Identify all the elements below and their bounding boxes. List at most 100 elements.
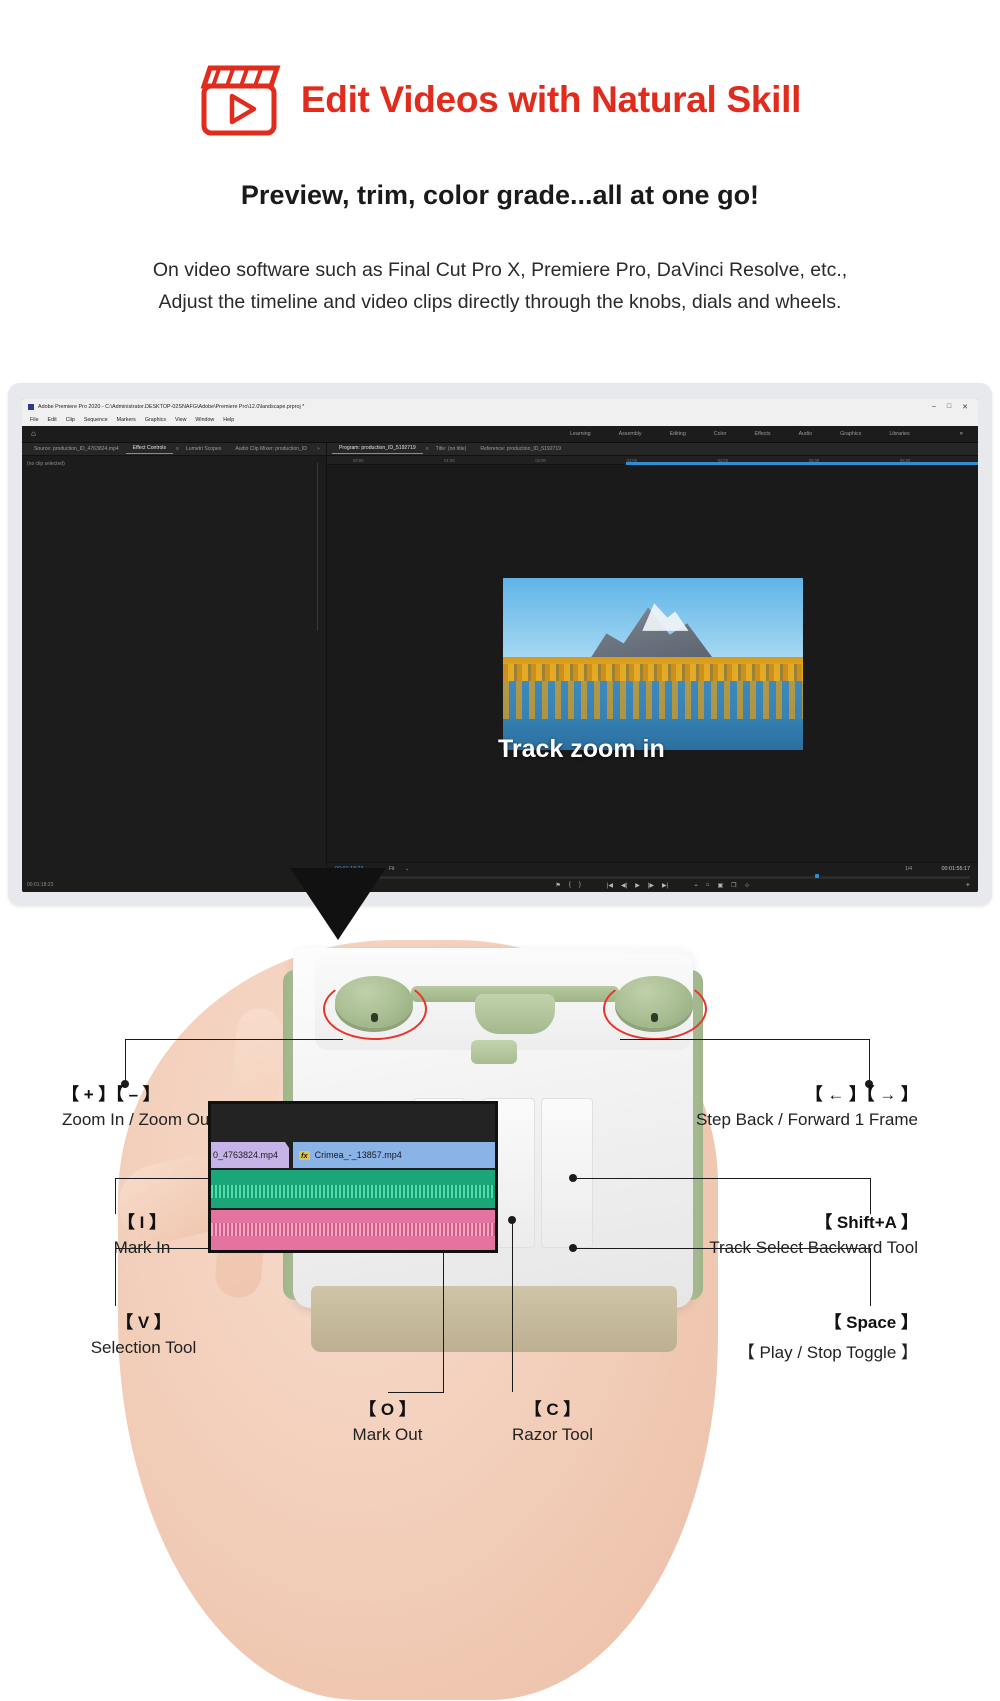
- tab-source-monitor[interactable]: Source: production_ID_4763824.mp4: [27, 446, 126, 452]
- lift-icon[interactable]: ⌁: [694, 882, 698, 889]
- effect-controls-area[interactable]: (no clip selected) 00:01:18:23: [22, 456, 326, 892]
- workspace-tab-graphics[interactable]: Graphics: [840, 431, 861, 437]
- callout-audio-track-pink[interactable]: [211, 1210, 495, 1250]
- menu-item-file[interactable]: File: [30, 417, 39, 423]
- leader-line-zoom: [125, 1039, 343, 1041]
- tab-reference-monitor[interactable]: Reference: production_ID_5192719: [473, 446, 568, 452]
- program-monitor[interactable]: 00:00 01:00 02:00 03:00 04:00 05:00 06:0…: [327, 456, 978, 892]
- program-playhead[interactable]: [815, 874, 820, 878]
- program-zoom-level[interactable]: 1/4: [905, 866, 912, 872]
- tab-title[interactable]: Title: (no title): [429, 446, 474, 452]
- window-controls[interactable]: – □ ✕: [932, 403, 972, 411]
- program-controls[interactable]: 00:01:18:23 Fit ⌄ 1/4 00:01:55:17 ⚑ { } …: [327, 862, 978, 892]
- menu-item-edit[interactable]: Edit: [48, 417, 57, 423]
- program-scrubber[interactable]: [335, 876, 970, 879]
- workspace-tab-editing[interactable]: Editing: [670, 431, 686, 437]
- go-to-in-icon[interactable]: |◀: [607, 882, 613, 889]
- program-duration-timecode: 00:01:55:17: [941, 866, 970, 872]
- workspace-tab-color[interactable]: Color: [714, 431, 727, 437]
- annotation-mark-in: 【 I 】 Mark In: [62, 1208, 222, 1258]
- premiere-screenshot-card: Adobe Premiere Pro 2020 - C:\Administrat…: [8, 383, 992, 1253]
- menu-item-graphics[interactable]: Graphics: [145, 417, 166, 423]
- workspace-tab-libraries[interactable]: Libraries: [889, 431, 909, 437]
- menu-item-help[interactable]: Help: [223, 417, 234, 423]
- app-icon: [28, 403, 34, 410]
- maximize-icon[interactable]: □: [947, 403, 951, 411]
- key-column-right[interactable]: [541, 1098, 593, 1248]
- program-transport-bar[interactable]: ⚑ { } |◀ ◀| ▶ |▶ ▶| ⌁ ⌂ ▣ ❐ ⊹: [327, 882, 978, 889]
- program-work-area-bar[interactable]: [626, 462, 978, 465]
- rotation-arrow-left-icon: [323, 978, 427, 1040]
- program-video-stage[interactable]: [327, 465, 978, 862]
- ruler-label-0: 00:00: [353, 458, 364, 463]
- menu-item-view[interactable]: View: [175, 417, 186, 423]
- callout-waveform-pink: [211, 1222, 495, 1237]
- minimize-icon[interactable]: –: [932, 403, 936, 411]
- button-editor-icon[interactable]: ⊹: [745, 882, 750, 889]
- menu-bar[interactable]: File Edit Clip Sequence Markers Graphics…: [22, 414, 978, 426]
- program-panel-tabs[interactable]: Program: production_ID_5192719 ≡ Title: …: [327, 443, 978, 456]
- leader-line-razor-v: [512, 1220, 514, 1392]
- home-icon[interactable]: ⌂: [31, 430, 40, 438]
- annotation-razor: 【 C 】 Razor Tool: [465, 1395, 640, 1445]
- program-monitor-column: Program: production_ID_5192719 ≡ Title: …: [327, 443, 978, 892]
- menu-item-markers[interactable]: Markers: [117, 417, 136, 423]
- plus-icon[interactable]: +: [966, 882, 970, 889]
- tab-lumetri-scopes[interactable]: Lumetri Scopes: [179, 446, 228, 452]
- no-clip-selected-label: (no clip selected): [27, 461, 65, 467]
- transport-spacer: [589, 882, 599, 889]
- effect-controls-divider: [317, 463, 318, 631]
- hero-body: On video software such as Final Cut Pro …: [0, 255, 1000, 318]
- menu-item-window[interactable]: Window: [195, 417, 214, 423]
- window-title-bar: Adobe Premiere Pro 2020 - C:\Administrat…: [22, 399, 978, 414]
- workspace-tab-assembly[interactable]: Assembly: [619, 431, 642, 437]
- device-center-rocker[interactable]: [475, 994, 555, 1034]
- source-panel-tabs[interactable]: Source: production_ID_4763824.mp4 Effect…: [22, 443, 326, 456]
- annotation-space-keys: 【 Space 】: [824, 1313, 918, 1332]
- leader-line-zoom-v: [125, 1039, 127, 1083]
- device-slider-pad[interactable]: [471, 1040, 517, 1064]
- menu-item-sequence[interactable]: Sequence: [84, 417, 108, 423]
- go-to-out-icon[interactable]: ▶|: [662, 882, 668, 889]
- marker-icon[interactable]: ⚑: [555, 882, 560, 889]
- extract-icon[interactable]: ⌂: [706, 882, 710, 889]
- workspace-tab-learning[interactable]: Learning: [570, 431, 591, 437]
- tab-effect-controls[interactable]: Effect Controls: [125, 445, 173, 454]
- workspace-tabs[interactable]: Learning Assembly Editing Color Effects …: [570, 431, 969, 437]
- close-icon[interactable]: ✕: [962, 403, 968, 411]
- tab-program-monitor[interactable]: Program: production_ID_5192719: [332, 445, 423, 454]
- tab-audio-clip-mixer[interactable]: Audio Clip Mixer: production_ID: [228, 446, 314, 452]
- workspace-tab-effects[interactable]: Effects: [754, 431, 770, 437]
- step-back-icon[interactable]: ◀|: [621, 882, 627, 889]
- track-zoom-callout: 0_4763824.mp4 fx Crimea_-_13857.mp4: [208, 1101, 498, 1253]
- fx-badge-icon: fx: [299, 1150, 310, 1160]
- tabs-overflow-icon[interactable]: »: [314, 446, 320, 452]
- source-monitor-column: Source: production_ID_4763824.mp4 Effect…: [22, 443, 327, 892]
- hero-body-line-2: Adjust the timeline and video clips dire…: [158, 290, 842, 313]
- mark-in-icon[interactable]: {: [569, 882, 571, 889]
- program-fit-label[interactable]: Fit: [389, 866, 395, 872]
- annotation-selection: 【 V 】 Selection Tool: [46, 1308, 241, 1358]
- menu-item-clip[interactable]: Clip: [66, 417, 75, 423]
- page-title: Edit Videos with Natural Skill: [300, 79, 802, 120]
- mark-out-icon[interactable]: }: [579, 882, 581, 889]
- annotation-mark-in-keys: 【 I 】: [117, 1213, 167, 1232]
- chevron-down-icon[interactable]: ⌄: [405, 866, 409, 872]
- comparison-view-icon[interactable]: ❐: [731, 882, 736, 889]
- ruler-label-2: 02:00: [535, 458, 546, 463]
- workspace-tab-audio[interactable]: Audio: [799, 431, 813, 437]
- hero-section: Edit Videos with Natural Skill Preview, …: [0, 0, 1000, 318]
- annotation-step-desc: Step Back / Forward 1 Frame: [695, 1110, 918, 1129]
- workspace-bar: ⌂ Learning Assembly Editing Color Effect…: [22, 426, 978, 443]
- keypad-diagram: 【 + 】【 – 】 Zoom In / Zoom Out 【 ← 】【 → 】…: [0, 930, 1000, 1701]
- callout-clip-left[interactable]: 0_4763824.mp4: [211, 1142, 289, 1168]
- callout-audio-track-green[interactable]: [211, 1170, 495, 1208]
- workspace-overflow-icon[interactable]: »: [960, 431, 963, 437]
- step-forward-icon[interactable]: |▶: [648, 882, 654, 889]
- annotation-mark-out: 【 O 】 Mark Out: [300, 1395, 475, 1445]
- play-icon[interactable]: ▶: [635, 882, 640, 889]
- callout-clip-right[interactable]: fx Crimea_-_13857.mp4: [293, 1142, 495, 1168]
- annotation-space: 【 Space 】 【 Play / Stop Toggle 】: [588, 1308, 918, 1363]
- export-frame-icon[interactable]: ▣: [717, 882, 723, 889]
- program-ruler[interactable]: 00:00 01:00 02:00 03:00 04:00 05:00 06:0…: [327, 456, 978, 465]
